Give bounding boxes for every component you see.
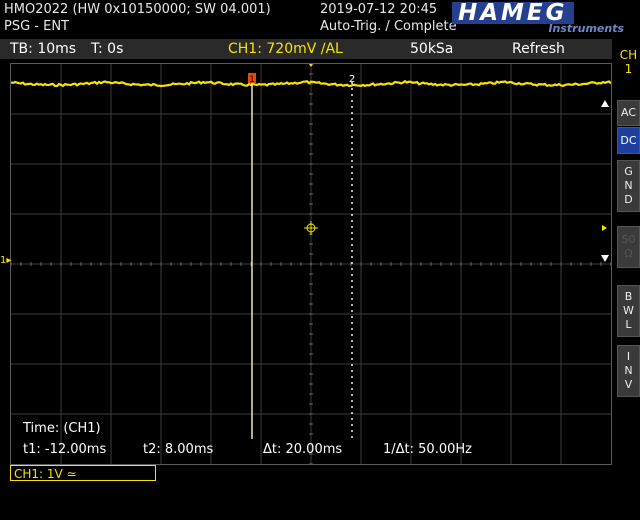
- scroll-down-icon[interactable]: [601, 255, 609, 262]
- ch1-ground-marker-icon[interactable]: 1▸: [0, 255, 11, 269]
- brand-subtitle: Instruments: [548, 22, 624, 35]
- brand-name: HAMEG: [452, 2, 574, 25]
- cursor-t1-value: t1: -12.00ms: [23, 442, 107, 457]
- trigger-position-icon[interactable]: [307, 61, 315, 67]
- cursor-1-marker-label: 1: [249, 75, 255, 85]
- cursor-measure-title: Time: (CH1): [23, 421, 101, 436]
- model-info: HMO2022 (HW 0x10150000; SW 04.001): [4, 2, 271, 17]
- coupling-ac-button[interactable]: AC: [617, 100, 640, 126]
- ch1-scale-box[interactable]: CH1: 1V ≃: [10, 465, 156, 481]
- mode-info: PSG - ENT: [4, 19, 69, 34]
- invert-button[interactable]: I N V: [617, 345, 640, 397]
- crosshair-icon: [304, 221, 318, 235]
- trigger-time-label[interactable]: T: 0s: [91, 41, 123, 57]
- timebase-label[interactable]: TB: 10ms: [10, 41, 76, 57]
- cursor-2-marker-label: 2: [349, 74, 355, 85]
- impedance-50-button[interactable]: 50 Ω: [617, 226, 640, 268]
- side-channel-label: CH 1: [619, 48, 638, 76]
- waveform-display[interactable]: 1 2 Time: (CH1) t1: -12.00ms t2: 8.00ms …: [10, 61, 612, 465]
- trigger-status: Auto-Trig. / Complete: [320, 19, 457, 34]
- acquisition-mode-label[interactable]: Refresh: [512, 41, 565, 57]
- coupling-dc-button[interactable]: DC: [617, 127, 640, 154]
- bandwidth-limit-button[interactable]: B W L: [617, 285, 640, 337]
- cursor-t2-value: t2: 8.00ms: [143, 442, 214, 457]
- trigger-level-icon[interactable]: [602, 225, 607, 231]
- scroll-up-icon[interactable]: [601, 100, 609, 107]
- cursor-delta-value: Δt: 20.00ms: [263, 442, 343, 457]
- status-bar: TB: 10ms T: 0s CH1: 720mV ∕AL 50kSa Refr…: [0, 39, 612, 59]
- ch1-trigger-label[interactable]: CH1: 720mV ∕AL: [228, 41, 343, 57]
- cursor-frequency-value: 1/Δt: 50.00Hz: [383, 442, 472, 457]
- datetime: 2019-07-12 20:45: [320, 2, 438, 17]
- brand-logo: HAMEG Instruments: [452, 2, 630, 36]
- sample-rate-label: 50kSa: [410, 41, 454, 57]
- coupling-gnd-button[interactable]: G N D: [617, 160, 640, 212]
- center-ticks: [10, 63, 612, 465]
- waveform-svg: 1 2: [10, 61, 612, 465]
